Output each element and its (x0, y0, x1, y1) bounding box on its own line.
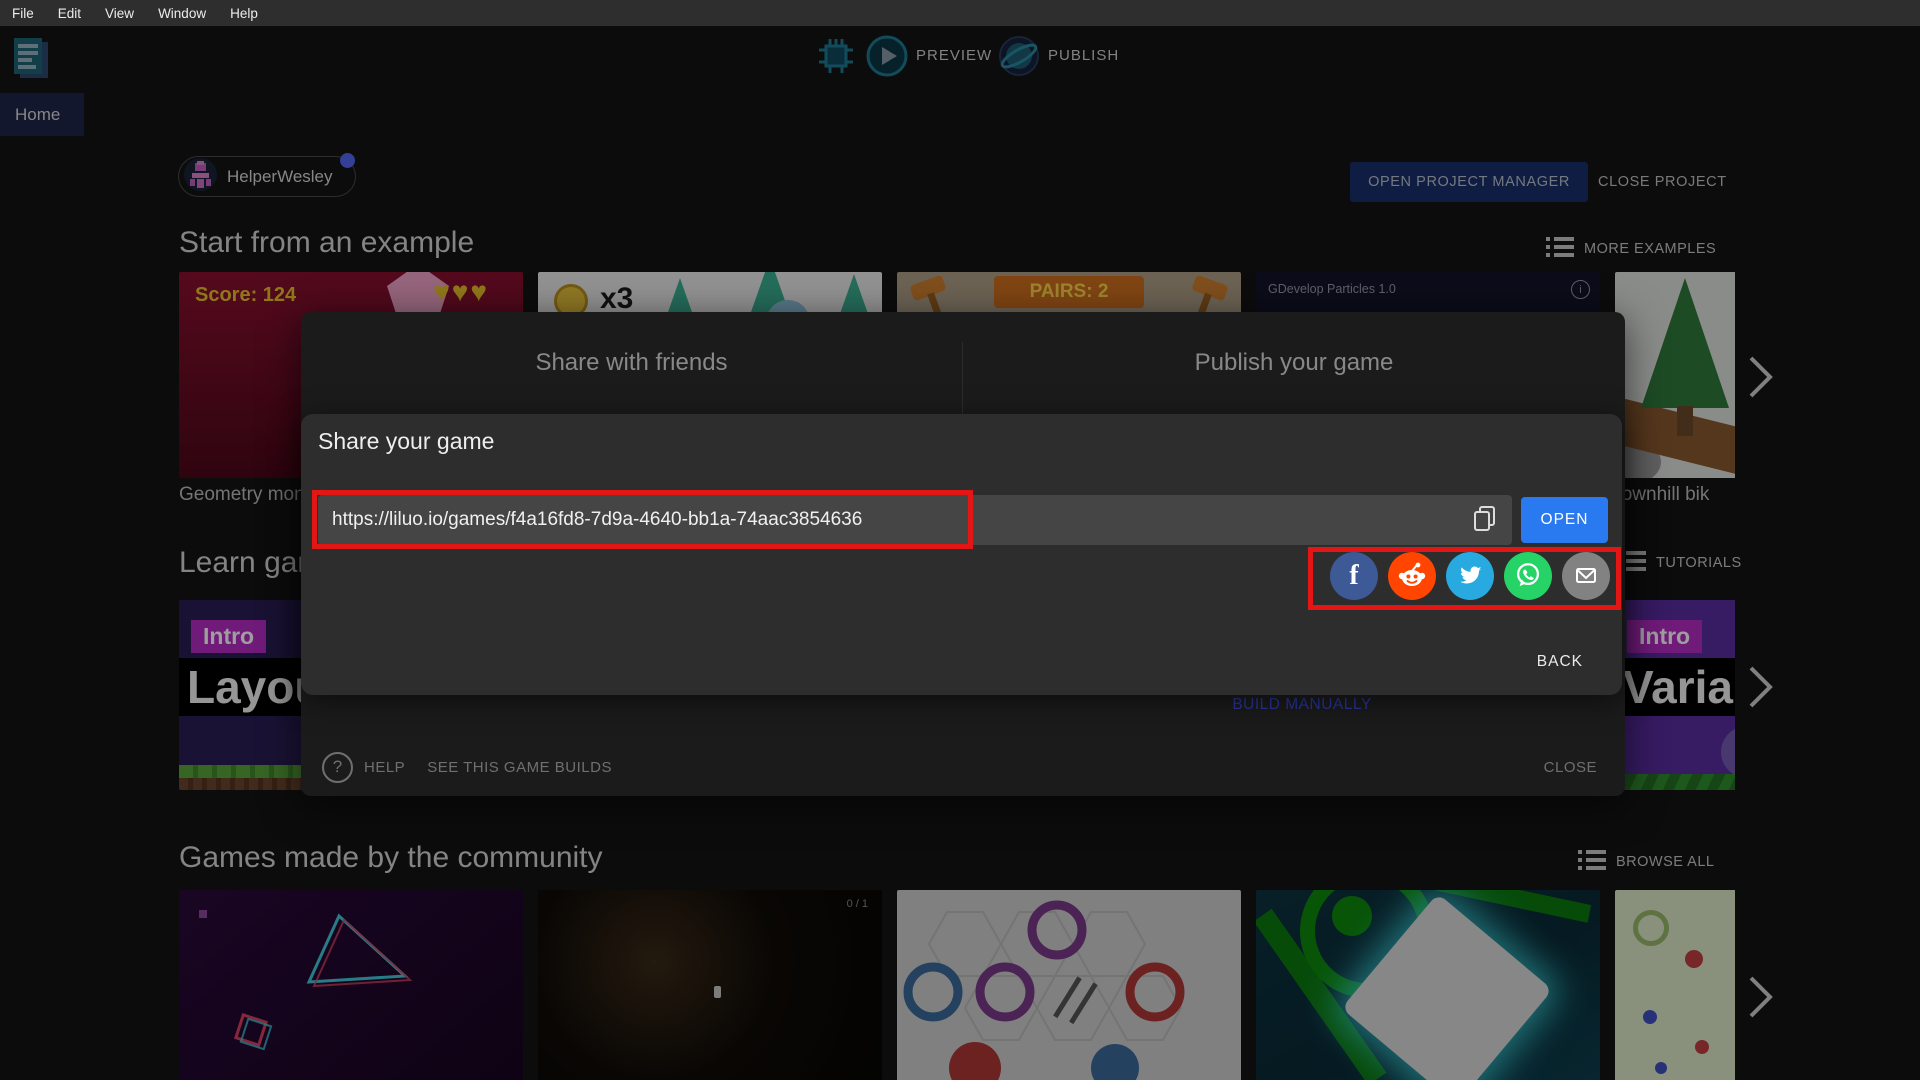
menu-edit[interactable]: Edit (46, 0, 93, 26)
app-window: File Edit View Window Help PREVIEW PUBLI… (0, 0, 1920, 1080)
annotation-url-highlight (312, 490, 973, 549)
menu-help[interactable]: Help (218, 0, 270, 26)
copy-icon (1469, 503, 1501, 538)
open-game-button[interactable]: OPEN (1521, 497, 1608, 543)
back-button[interactable]: BACK (1531, 652, 1589, 672)
menu-window[interactable]: Window (146, 0, 218, 26)
menu-view[interactable]: View (93, 0, 146, 26)
annotation-social-highlight (1308, 547, 1621, 610)
menubar: File Edit View Window Help (0, 0, 1920, 26)
copy-url-button[interactable] (1462, 497, 1508, 543)
menu-file[interactable]: File (0, 0, 46, 26)
share-dialog-title: Share your game (318, 428, 495, 454)
